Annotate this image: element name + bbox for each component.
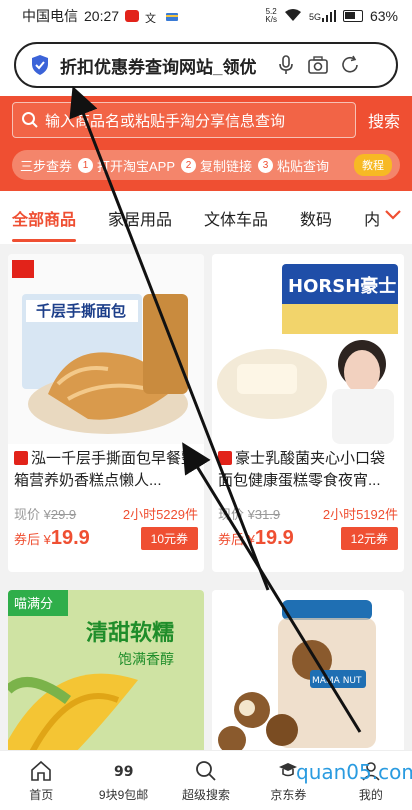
coupon-price: 券后 ¥19.9	[14, 527, 90, 550]
tab-home-goods[interactable]: 家居用品	[108, 206, 172, 230]
nav-mine-label: 我的	[358, 787, 383, 802]
nav-home[interactable]: 首页	[0, 751, 82, 810]
tutorial-button[interactable]: 教程	[354, 154, 392, 176]
original-price-value: 29.9	[50, 507, 77, 522]
nav-nine-yuan[interactable]: 99 9块9包邮	[82, 751, 164, 810]
translate-icon: 文	[145, 10, 159, 25]
steps-banner: 三步查券 1 打开淘宝APP 2 复制链接 3 粘贴查询 教程	[12, 150, 400, 180]
tab-digital[interactable]: 数码	[300, 206, 332, 230]
wifi-icon	[284, 8, 302, 25]
product-image-text: 千层手撕面包	[36, 302, 126, 320]
sales-count: 2小时5192件	[322, 507, 398, 522]
nav-home-label: 首页	[29, 787, 54, 802]
step-number-1: 1	[78, 157, 94, 173]
product-title-text: 泓一千层手撕面包早餐整箱营养奶香糕点懒人...	[14, 450, 197, 489]
product-image-text: HORSH豪士	[288, 275, 396, 297]
product-image[interactable]: 喵满分 清甜软糯 饱满香醇	[8, 590, 204, 750]
nav-super-search[interactable]: 超级搜索	[165, 751, 247, 810]
product-title-text: 豪士乳酸菌夹心小口袋面包健康蛋糕零食夜宵...	[218, 450, 386, 489]
original-price-label: 现价 ¥	[14, 507, 51, 522]
address-bar[interactable]: 折扣优惠券查询网站_领优	[14, 42, 398, 88]
step-2-label: 复制链接	[200, 158, 253, 174]
step-number-3: 3	[258, 157, 274, 173]
battery-percent: 63%	[369, 8, 398, 24]
original-price: 现价 ¥29.9	[14, 504, 76, 523]
signal-label: 5G	[308, 12, 321, 22]
signal-icon: 5G	[309, 10, 336, 22]
product-title[interactable]: 豪士乳酸菌夹心小口袋面包健康蛋糕零食夜宵...	[212, 444, 404, 496]
coupon-price-value: 19.9	[254, 527, 294, 549]
product-image[interactable]: HORSH豪士	[212, 254, 404, 444]
battery-icon	[342, 10, 363, 22]
product-title[interactable]: 泓一千层手撕面包早餐整箱营养奶香糕点懒人...	[8, 444, 204, 496]
steps-label: 三步查券	[20, 158, 73, 174]
sales-count: 2小时5229件	[122, 507, 198, 522]
secure-shield-icon	[32, 55, 48, 75]
tab-all-products[interactable]: 全部商品	[12, 206, 77, 242]
original-price: 现价 ¥31.9	[218, 504, 280, 523]
product-image-subtext: 饱满香醇	[118, 651, 174, 668]
product-card[interactable]: HORSH豪士 豪士乳酸菌夹心小口袋面包健康蛋糕零食夜宵... 现价 ¥31.9…	[212, 254, 404, 572]
product-image[interactable]: 千层手撕面包	[8, 254, 204, 444]
coupon-badge[interactable]: 12元券	[340, 527, 398, 550]
search-placeholder: 输入商品名或粘贴手淘分享信息查询	[45, 112, 286, 130]
original-price-value: 31.9	[254, 507, 281, 522]
carrier-label: 中国电信	[22, 8, 78, 24]
svg-text:99: 99	[114, 764, 133, 780]
coupon-price-label: 券后 ¥	[218, 532, 255, 547]
search-input[interactable]: 输入商品名或粘贴手淘分享信息查询	[12, 102, 356, 138]
coupon-badge[interactable]: 10元券	[140, 527, 198, 550]
app-notification-icon	[125, 10, 140, 22]
product-card[interactable]: 喵满分 清甜软糯 饱满香醇	[8, 590, 204, 750]
product-image[interactable]: MAMA NUT	[212, 590, 404, 750]
step-number-2: 2	[181, 157, 197, 173]
wallet-icon	[165, 10, 179, 22]
nine-icon: 99	[114, 764, 133, 780]
original-price-label: 现价 ¥	[218, 507, 255, 522]
microphone-icon[interactable]	[275, 54, 297, 76]
camera-icon[interactable]	[307, 54, 329, 76]
chevron-down-icon[interactable]	[384, 208, 402, 222]
category-tabs: 全部商品 家居用品 文体车品 数码 内	[0, 191, 412, 244]
product-image-text: 清甜软糯	[86, 620, 174, 646]
search-icon	[22, 112, 38, 128]
net-speed: 5.2 K/s	[265, 8, 277, 24]
step-1-label: 打开淘宝APP	[97, 158, 176, 174]
page-title[interactable]: 折扣优惠券查询网站_领优	[60, 53, 265, 78]
home-icon	[31, 760, 52, 781]
tmall-icon	[14, 451, 28, 465]
coupon-price-value: 19.9	[50, 527, 90, 549]
product-card[interactable]: 千层手撕面包 泓一千层手撕面包早餐整箱营养奶香糕点懒人... 现价 ¥29.9 …	[8, 254, 204, 572]
nav-nine-yuan-label: 9块9包邮	[98, 787, 149, 802]
search-button[interactable]: 搜索	[368, 108, 400, 132]
product-image-badge: 喵满分	[14, 597, 53, 612]
search-header: 输入商品名或粘贴手淘分享信息查询 搜索 三步查券 1 打开淘宝APP 2 复制链…	[0, 96, 412, 191]
status-bar: 中国电信 20:27 文 5.2 K/s 5G 63%	[0, 0, 412, 32]
tmall-icon	[218, 451, 232, 465]
refresh-icon[interactable]	[339, 54, 361, 76]
time-label: 20:27	[84, 8, 120, 24]
step-3-label: 粘贴查询	[277, 158, 330, 174]
tab-sports-car[interactable]: 文体车品	[204, 206, 268, 230]
search-icon	[196, 760, 216, 781]
watermark: quan05.com	[296, 760, 412, 784]
product-image-text: MAMA NUT	[312, 676, 362, 686]
nav-jd-coupon-label: 京东券	[270, 787, 307, 802]
coupon-price: 券后 ¥19.9	[218, 527, 294, 550]
nav-super-search-label: 超级搜索	[182, 787, 231, 802]
product-grid: 千层手撕面包 泓一千层手撕面包早餐整箱营养奶香糕点懒人... 现价 ¥29.9 …	[0, 240, 412, 750]
browser-toolbar: 折扣优惠券查询网站_领优	[0, 32, 412, 96]
tab-underwear[interactable]: 内	[364, 206, 380, 230]
svg-text:文: 文	[145, 11, 156, 23]
coupon-price-label: 券后 ¥	[14, 532, 51, 547]
product-card[interactable]: MAMA NUT	[212, 590, 404, 750]
net-speed-unit: K/s	[265, 15, 277, 24]
